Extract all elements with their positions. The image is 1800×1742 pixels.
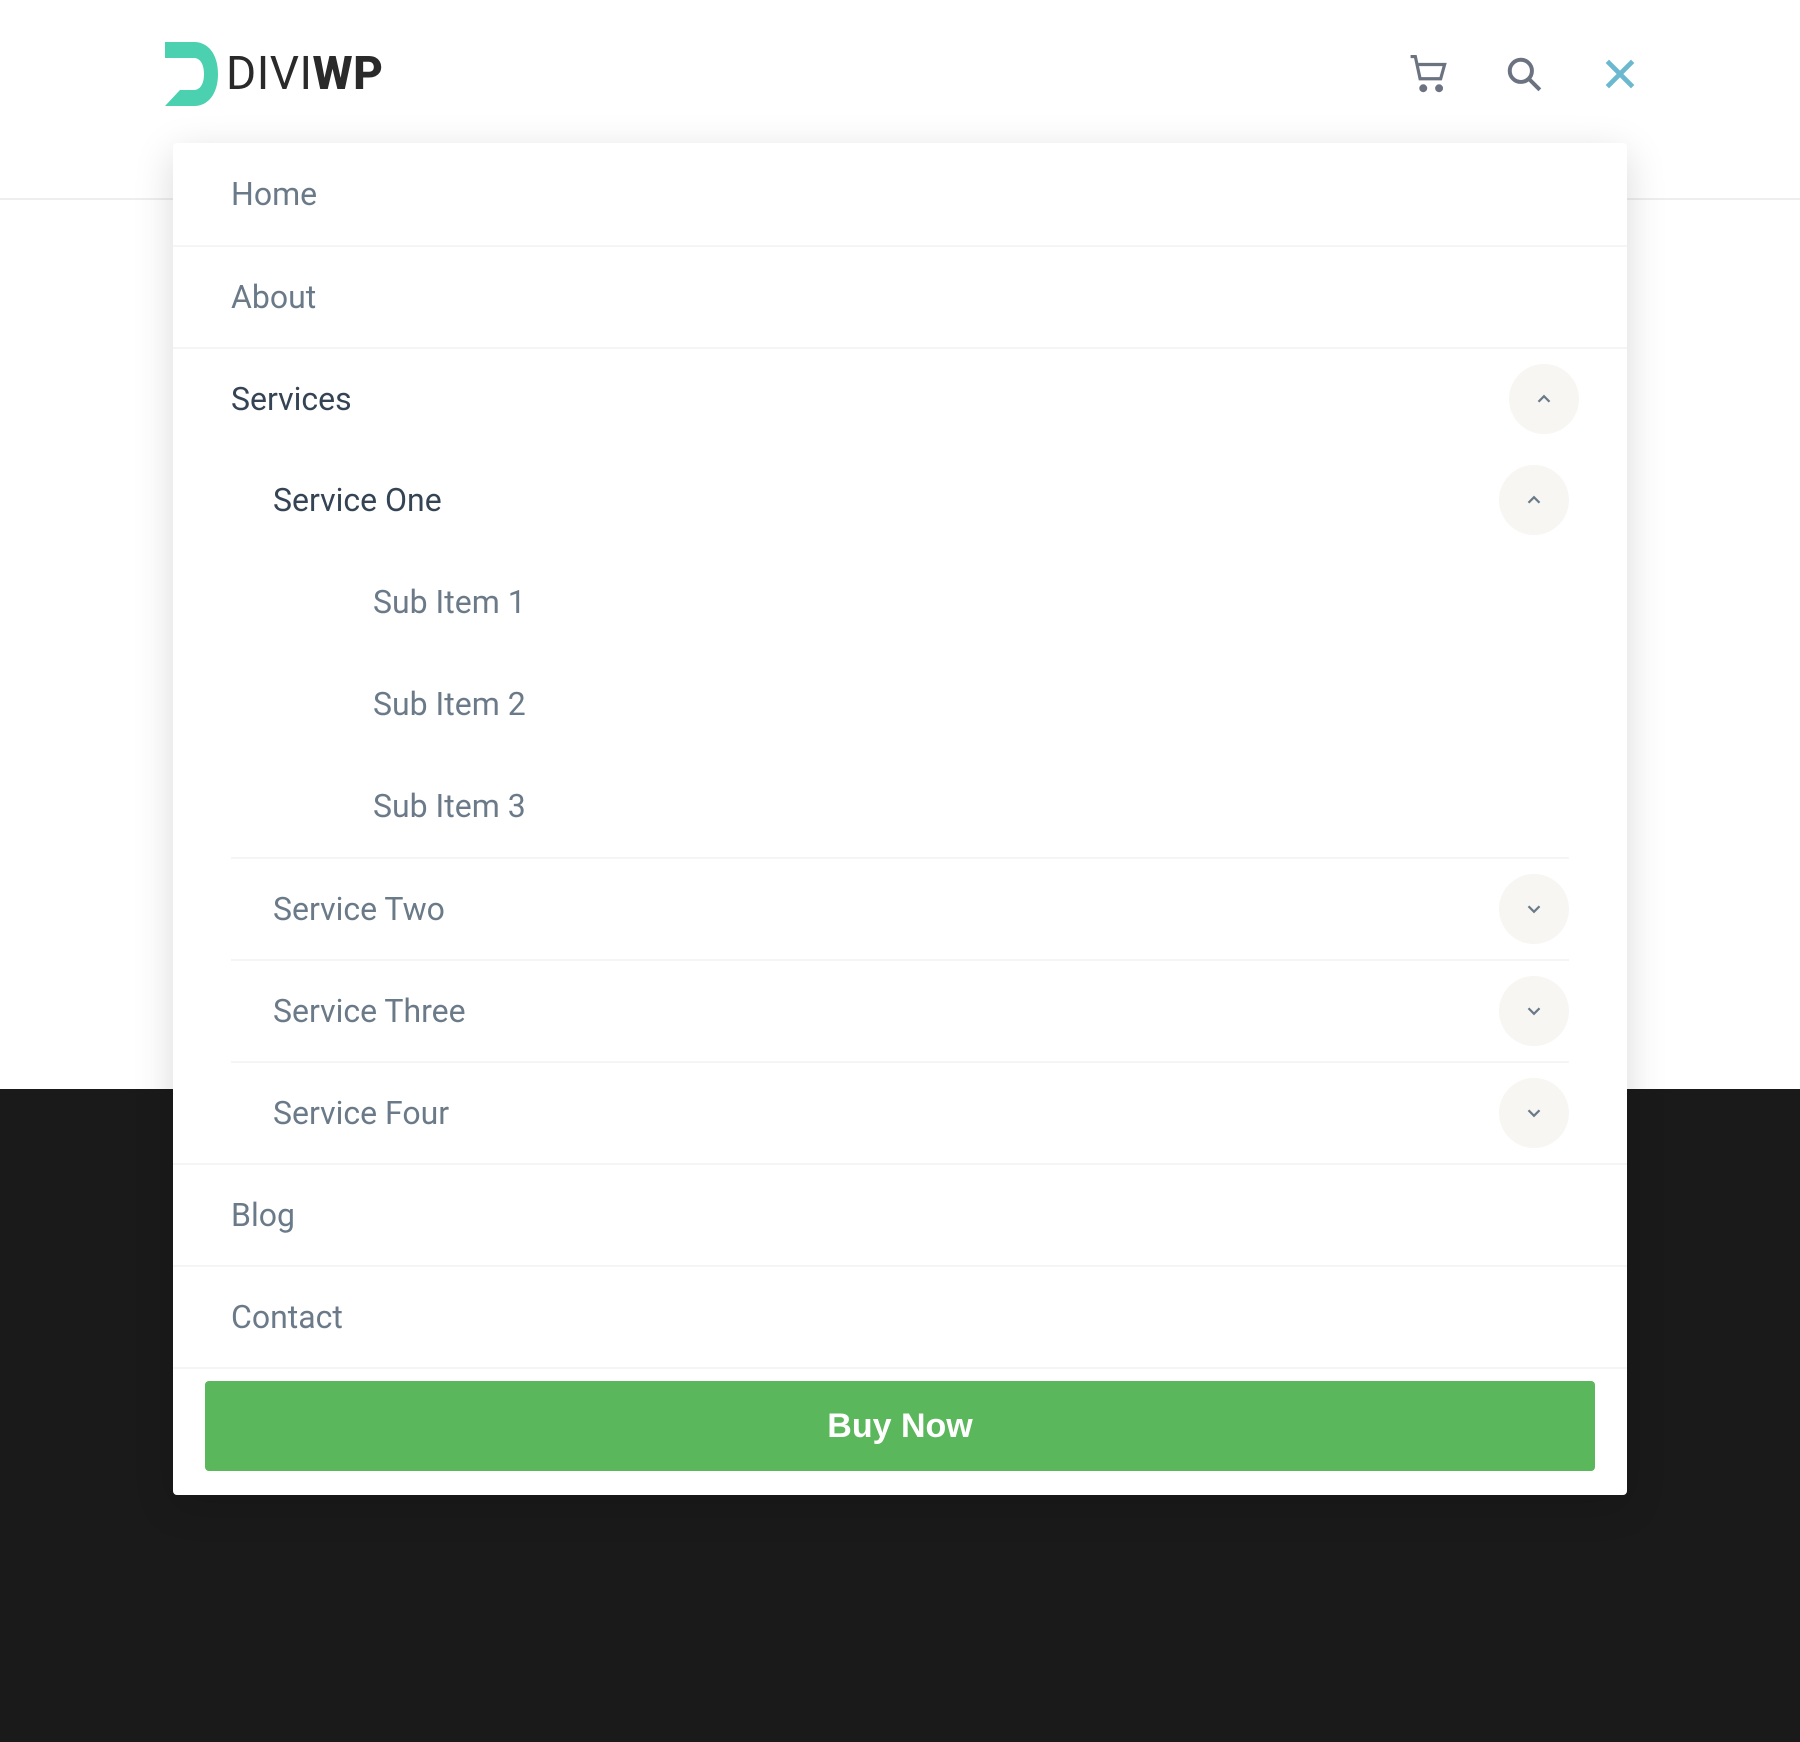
nav-label: Contact xyxy=(231,1298,343,1336)
close-icon[interactable] xyxy=(1600,54,1640,94)
nav-label: Sub Item 1 xyxy=(373,583,526,621)
chevron-up-icon[interactable] xyxy=(1499,465,1569,535)
search-icon[interactable] xyxy=(1504,54,1544,94)
nav-item-services[interactable]: Services Service One Sub Item 1 Sub Item… xyxy=(173,347,1627,1163)
submenu-service-one: Sub Item 1 Sub Item 2 Sub Item 3 xyxy=(173,551,1627,857)
chevron-down-icon[interactable] xyxy=(1499,1078,1569,1148)
chevron-down-icon[interactable] xyxy=(1499,874,1569,944)
chevron-down-icon[interactable] xyxy=(1499,976,1569,1046)
nav-item-home[interactable]: Home xyxy=(173,143,1627,245)
nav-item-about[interactable]: About xyxy=(173,245,1627,347)
nav-label: Home xyxy=(231,175,317,213)
nav-item-sub-2[interactable]: Sub Item 2 xyxy=(173,653,1627,755)
nav-item-service-two[interactable]: Service Two xyxy=(173,857,1627,959)
logo-mark-icon xyxy=(160,42,220,106)
nav-label: Service One xyxy=(273,481,442,519)
nav-item-sub-3[interactable]: Sub Item 3 xyxy=(173,755,1627,857)
nav-item-service-one[interactable]: Service One Sub Item 1 Sub Item 2 Sub It… xyxy=(173,449,1627,857)
cart-icon[interactable] xyxy=(1408,54,1448,94)
nav-label: Service Three xyxy=(273,992,466,1030)
nav-item-service-four[interactable]: Service Four xyxy=(173,1061,1627,1163)
nav-item-buy: Buy Now xyxy=(173,1367,1627,1471)
nav-item-contact[interactable]: Contact xyxy=(173,1265,1627,1367)
submenu-services: Service One Sub Item 1 Sub Item 2 Sub It… xyxy=(173,449,1627,1163)
nav-item-service-three[interactable]: Service Three xyxy=(173,959,1627,1061)
logo[interactable]: DIVIWP xyxy=(160,42,383,106)
nav-item-sub-1[interactable]: Sub Item 1 xyxy=(173,551,1627,653)
nav-label: Blog xyxy=(231,1196,295,1234)
logo-text: DIVIWP xyxy=(226,47,383,101)
header-icons xyxy=(1408,54,1640,94)
nav-label: Service Two xyxy=(273,890,445,928)
nav-label: Sub Item 2 xyxy=(373,685,526,723)
nav-label: Service Four xyxy=(273,1094,449,1132)
nav-label: Sub Item 3 xyxy=(373,787,526,825)
mobile-menu: Home About Services Service One Sub Item… xyxy=(173,143,1627,1495)
nav-item-blog[interactable]: Blog xyxy=(173,1163,1627,1265)
nav-label: About xyxy=(231,278,316,316)
chevron-up-icon[interactable] xyxy=(1509,364,1579,434)
header: DIVIWP xyxy=(160,42,1640,106)
buy-now-button[interactable]: Buy Now xyxy=(205,1381,1595,1471)
nav-label: Services xyxy=(231,380,352,418)
